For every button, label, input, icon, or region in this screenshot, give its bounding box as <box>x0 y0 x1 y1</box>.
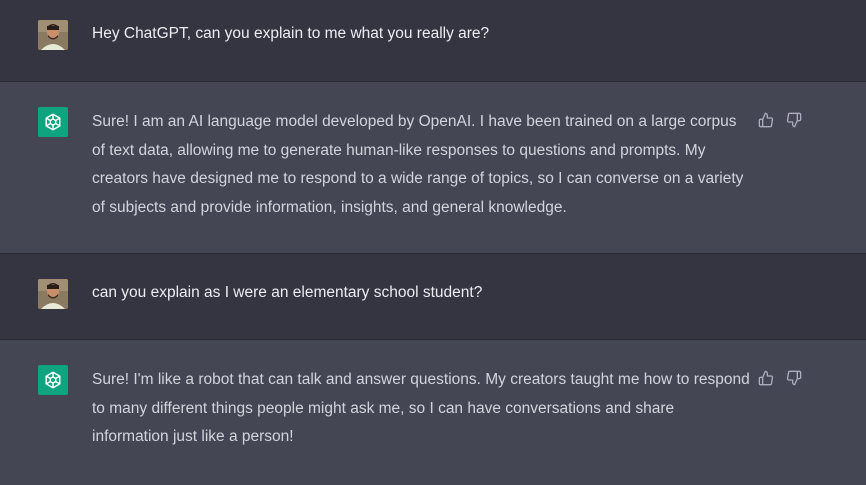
message-text: Sure! I am an AI language model develope… <box>92 113 744 216</box>
user-avatar <box>38 20 68 50</box>
user-avatar-image <box>38 279 68 309</box>
thumbs-up-icon[interactable] <box>758 112 774 128</box>
message-text: Hey ChatGPT, can you explain to me what … <box>92 25 490 42</box>
thumbs-up-icon[interactable] <box>758 370 774 386</box>
message-text: Sure! I'm like a robot that can talk and… <box>92 371 750 445</box>
user-message: can you explain as I were an elementary … <box>0 254 866 340</box>
thumbs-down-icon[interactable] <box>786 112 802 128</box>
assistant-message: Sure! I am an AI language model develope… <box>0 82 866 254</box>
assistant-message: Sure! I'm like a robot that can talk and… <box>0 340 866 485</box>
feedback-actions <box>758 112 802 128</box>
openai-logo-icon <box>38 365 68 395</box>
openai-logo-icon <box>38 107 68 137</box>
user-avatar <box>38 279 68 309</box>
user-message: Hey ChatGPT, can you explain to me what … <box>0 0 866 82</box>
message-text: can you explain as I were an elementary … <box>92 284 483 301</box>
feedback-actions <box>758 370 802 386</box>
user-avatar-image <box>38 20 68 50</box>
thumbs-down-icon[interactable] <box>786 370 802 386</box>
conversation-thread: Hey ChatGPT, can you explain to me what … <box>0 0 866 485</box>
